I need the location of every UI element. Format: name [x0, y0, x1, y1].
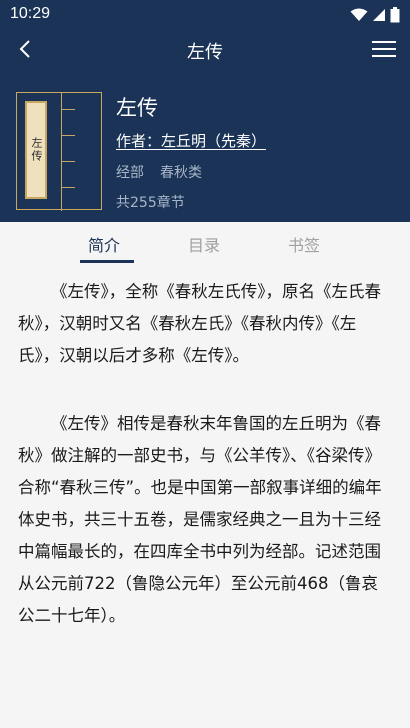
active-tab-indicator	[80, 260, 134, 263]
intro-paragraph: 《左传》，全称《春秋左氏传》，原名《左氏春秋》，汉朝时又名《春秋左氏》《春秋内传…	[18, 282, 381, 365]
tab-intro[interactable]: 简介	[88, 232, 120, 256]
status-time: 10:29	[10, 5, 51, 22]
book-cover[interactable]: 左传	[16, 92, 102, 211]
signal-icon	[373, 9, 385, 21]
book-title: 左传	[116, 96, 158, 120]
status-icons	[350, 6, 400, 24]
tab-bookmarks[interactable]: 书签	[288, 232, 320, 256]
intro-paragraph: 《左传》相传是春秋末年鲁国的左丘明为《春秋》做注解的一部史书，与《公羊传》、《谷…	[18, 414, 382, 625]
menu-button[interactable]	[370, 36, 398, 62]
book-header: 左传 左传 作者：左丘明（先秦） 经部 春秋类 共255章节	[0, 68, 410, 222]
cover-binding-line	[61, 93, 62, 211]
wifi-icon	[350, 8, 368, 21]
cover-binding-tick	[61, 187, 75, 188]
app-bar: 左传	[0, 30, 410, 68]
cover-title: 左传	[30, 137, 43, 163]
book-author-link[interactable]: 作者：左丘明（先秦）	[116, 130, 266, 151]
status-bar: 10:29	[0, 0, 410, 30]
battery-icon	[390, 7, 400, 23]
page-title: 左传	[187, 42, 223, 63]
tab-contents[interactable]: 目录	[188, 232, 220, 256]
cover-label: 左传	[25, 101, 47, 199]
tab-bar: 简介 目录 书签	[0, 222, 410, 264]
category-label: 经部	[116, 165, 144, 181]
cover-binding-tick	[61, 109, 75, 110]
subcategory-label: 春秋类	[160, 165, 202, 181]
cover-binding-tick	[61, 135, 75, 136]
cover-binding-tick	[61, 161, 75, 162]
hamburger-menu-icon	[372, 41, 396, 57]
intro-content: 《左传》，全称《春秋左氏传》，原名《左氏春秋》，汉朝时又名《春秋左氏》《春秋内传…	[18, 276, 392, 668]
book-category: 经部 春秋类	[116, 162, 202, 182]
chapter-count: 共255章节	[116, 195, 185, 211]
